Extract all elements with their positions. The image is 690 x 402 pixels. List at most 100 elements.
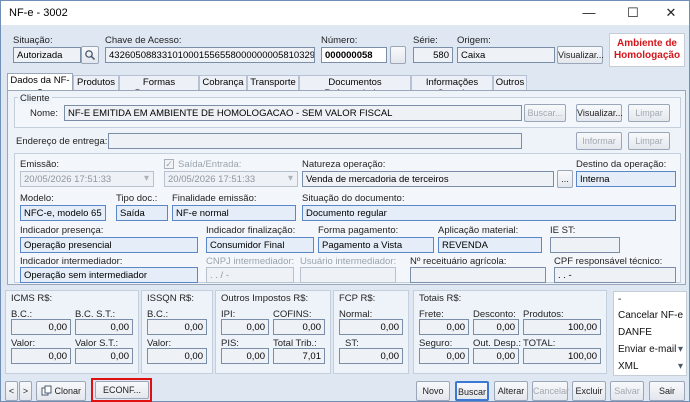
tipo-label: Tipo doc.: bbox=[116, 193, 158, 204]
entrega-limpar-button: Limpar bbox=[628, 132, 670, 150]
issqn-bc-field: 0,00 bbox=[147, 319, 207, 335]
enviar-email-chevron-down-icon[interactable]: ▾ bbox=[678, 344, 683, 355]
cliente-visualizar-button[interactable]: Visualizar... bbox=[576, 104, 623, 122]
outdesp-field: 0,00 bbox=[473, 348, 519, 364]
emissao-label: Emissão: bbox=[20, 159, 60, 170]
tab-produtos[interactable]: Produtos bbox=[73, 75, 119, 90]
econf-highlight bbox=[91, 378, 152, 402]
minimize-icon[interactable]: — bbox=[569, 1, 609, 25]
close-icon[interactable]: ✕ bbox=[651, 1, 690, 25]
frete-field: 0,00 bbox=[419, 319, 469, 335]
natureza-browse-button[interactable]: ... bbox=[557, 170, 573, 188]
ambiente-line2: Homologação bbox=[613, 50, 681, 61]
finalizacao-label: Indicador finalização: bbox=[206, 225, 296, 236]
ambiente-line1: Ambiente de bbox=[616, 38, 677, 49]
outros-title: Outros Impostos R$: bbox=[221, 293, 309, 304]
cancelar-button: Cancelar bbox=[532, 381, 569, 401]
chave-label: Chave de Acesso: bbox=[105, 35, 182, 46]
tab-informacoes-compl[interactable]: Informações Compl. bbox=[411, 75, 493, 99]
prev-record-button[interactable]: < bbox=[5, 381, 18, 401]
iest-label: IE ST: bbox=[550, 225, 576, 236]
seguro-field: 0,00 bbox=[419, 348, 469, 364]
title-bar: NF-e - 3002 — ☐ ✕ bbox=[1, 1, 689, 25]
total-field: 100,00 bbox=[523, 348, 601, 364]
menu-item-enviar-email[interactable]: Enviar e-mail bbox=[618, 344, 676, 355]
presenca-field: Operação presencial bbox=[20, 237, 198, 253]
ambiente-badge: Ambiente de Homologação bbox=[609, 33, 685, 67]
bc-field: 0,00 bbox=[11, 319, 71, 335]
entrega-informar-button: Informar bbox=[576, 132, 622, 150]
intermediador-label: Indicador intermediador: bbox=[20, 256, 123, 267]
menu-item-cancelar-nfe[interactable]: Cancelar NF-e bbox=[618, 310, 683, 321]
numero-field[interactable]: 000000058 bbox=[321, 47, 387, 63]
actions-menu: - Cancelar NF-e DANFE Enviar e-mail ▾ XM… bbox=[613, 291, 687, 376]
tab-panel: Cliente Nome: NF-E EMITIDA EM AMBIENTE D… bbox=[7, 90, 686, 285]
saida-label: Saída/Entrada: bbox=[178, 159, 242, 170]
destino-field: Interna bbox=[576, 171, 676, 187]
normal-field: 0,00 bbox=[339, 319, 403, 335]
alterar-button[interactable]: Alterar bbox=[494, 381, 528, 401]
nfe-window: NF-e - 3002 — ☐ ✕ Situação: Autorizada C… bbox=[0, 0, 690, 402]
tab-cobranca[interactable]: Cobrança bbox=[199, 75, 247, 90]
bcst-field: 0,00 bbox=[75, 319, 133, 335]
situacao-doc-label: Situação do documento: bbox=[302, 193, 405, 204]
st-field: 0,00 bbox=[339, 348, 403, 364]
tipo-field: Saída bbox=[116, 205, 168, 221]
clonar-button[interactable]: Clonar bbox=[36, 381, 86, 401]
totaltrib-field: 7,01 bbox=[273, 348, 325, 364]
iest-field bbox=[550, 237, 620, 253]
totais-title: Totais R$: bbox=[419, 293, 462, 304]
valor-field: 0,00 bbox=[11, 348, 71, 364]
tab-transporte[interactable]: Transporte bbox=[247, 75, 299, 90]
tab-formas-pagamento[interactable]: Formas Pagamento bbox=[119, 75, 199, 99]
issqn-title: ISSQN R$: bbox=[147, 293, 194, 304]
cnpj-field: . . / - bbox=[206, 267, 294, 283]
cofins-field: 0,00 bbox=[273, 319, 325, 335]
menu-item-danfe[interactable]: DANFE bbox=[618, 327, 652, 338]
saida-checkbox: ✓ bbox=[164, 159, 174, 169]
search-icon[interactable] bbox=[81, 46, 99, 64]
sair-button[interactable]: Sair bbox=[649, 381, 685, 401]
ipi-field: 0,00 bbox=[221, 319, 269, 335]
cliente-group-label: Cliente bbox=[18, 93, 52, 104]
finalidade-label: Finalidade emissão: bbox=[172, 193, 257, 204]
xml-chevron-down-icon[interactable]: ▾ bbox=[678, 361, 683, 372]
cliente-buscar-button: Buscar... bbox=[524, 104, 566, 122]
next-record-button[interactable]: > bbox=[19, 381, 32, 401]
novo-button[interactable]: Novo bbox=[416, 381, 450, 401]
modelo-label: Modelo: bbox=[20, 193, 54, 204]
forma-label: Forma pagamento: bbox=[318, 225, 399, 236]
numero-button bbox=[390, 46, 406, 64]
clonar-label: Clonar bbox=[54, 386, 82, 396]
situacao-doc-field: Documento regular bbox=[302, 205, 676, 221]
menu-item-xml[interactable]: XML bbox=[618, 361, 639, 372]
serie-field: 580 bbox=[413, 47, 453, 63]
usuario-label: Usuário intermediador: bbox=[300, 256, 397, 267]
entrega-label: Endereço de entrega: bbox=[16, 136, 108, 147]
usuario-field bbox=[300, 267, 396, 283]
maximize-icon[interactable]: ☐ bbox=[613, 1, 653, 25]
receituario-label: Nº receituário agrícola: bbox=[410, 256, 507, 267]
cliente-limpar-button: Limpar bbox=[628, 104, 670, 122]
cpf-field: . . - bbox=[554, 267, 676, 283]
tab-dados-nfe[interactable]: Dados da NF-e bbox=[7, 73, 73, 97]
menu-separator: - bbox=[618, 294, 622, 305]
destino-label: Destino da operação: bbox=[576, 159, 667, 170]
window-title: NF-e - 3002 bbox=[9, 7, 68, 19]
natureza-label: Natureza operação: bbox=[302, 159, 386, 170]
situacao-label: Situação: bbox=[13, 35, 53, 46]
tab-outros[interactable]: Outros bbox=[493, 75, 527, 90]
tab-documentos-referenciados[interactable]: Documentos Referenciados bbox=[299, 75, 411, 99]
emissao-calendar-icon: ▾ bbox=[144, 173, 150, 184]
cpf-label: CPF responsável técnico: bbox=[554, 256, 663, 267]
numero-label: Número: bbox=[321, 35, 358, 46]
salvar-button: Salvar bbox=[610, 381, 644, 401]
excluir-button[interactable]: Excluir bbox=[572, 381, 606, 401]
aplicacao-field: REVENDA bbox=[438, 237, 542, 253]
buscar-button[interactable]: Buscar bbox=[455, 381, 489, 401]
natureza-field: Venda de mercadoria de terceiros bbox=[302, 171, 554, 187]
nome-label: Nome: bbox=[30, 108, 58, 119]
entrega-field bbox=[108, 133, 522, 149]
chave-field[interactable]: 4326050883310100015565580000000058103298… bbox=[105, 47, 315, 63]
origem-visualizar-button[interactable]: Visualizar... bbox=[557, 46, 604, 64]
